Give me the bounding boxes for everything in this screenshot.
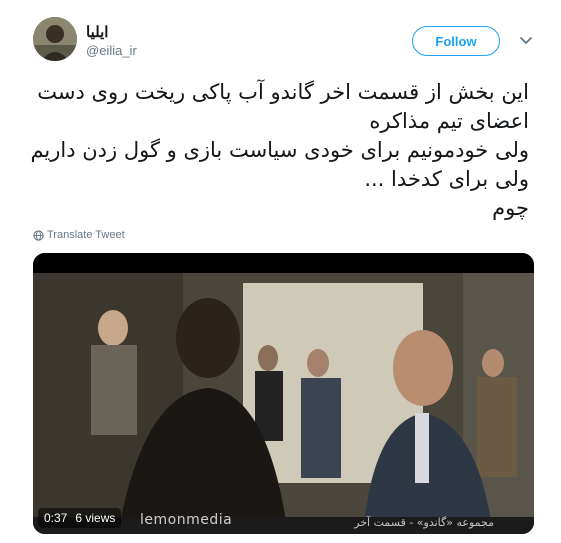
follow-button[interactable]: Follow (412, 26, 500, 56)
video-frame (33, 253, 534, 534)
avatar-image (33, 17, 77, 61)
user-handle[interactable]: @eilia_ir (86, 43, 137, 58)
video-caption: مجموعه «گاندو» - قسمت آخر (354, 516, 494, 529)
display-name[interactable]: ایلیا (86, 23, 108, 41)
tweet-text-line: ولی برای کدخدا ... (364, 167, 529, 191)
tweet-text-line: ولی خودمونیم برای خودی سیاست بازی و گول … (30, 138, 529, 162)
video-watermark: lemonmedia (140, 512, 233, 528)
tweet-text-line: این بخش از قسمت اخر گاندو آب پاکی ریخت ر… (37, 80, 529, 104)
tweet-text-line: چوم (492, 196, 529, 220)
tweet-header: ایلیا @eilia_ir Follow (0, 0, 561, 70)
avatar[interactable] (33, 17, 77, 61)
translate-tweet-label: Translate Tweet (47, 229, 125, 241)
globe-icon (33, 229, 44, 241)
video-time: 0:37 (44, 511, 68, 525)
translate-tweet-link[interactable]: Translate Tweet (33, 229, 125, 241)
tweet-text-line: اعضای تیم مذاکره (369, 109, 529, 133)
video-views: 6 views (75, 511, 116, 525)
video-player[interactable]: 0:37 6 views lemonmedia مجموعه «گاندو» -… (33, 253, 534, 534)
video-info-badge: 0:37 6 views (38, 508, 122, 528)
tweet-text: این بخش از قسمت اخر گاندو آب پاکی ریخت ر… (29, 78, 529, 223)
chevron-down-icon[interactable] (518, 32, 534, 48)
